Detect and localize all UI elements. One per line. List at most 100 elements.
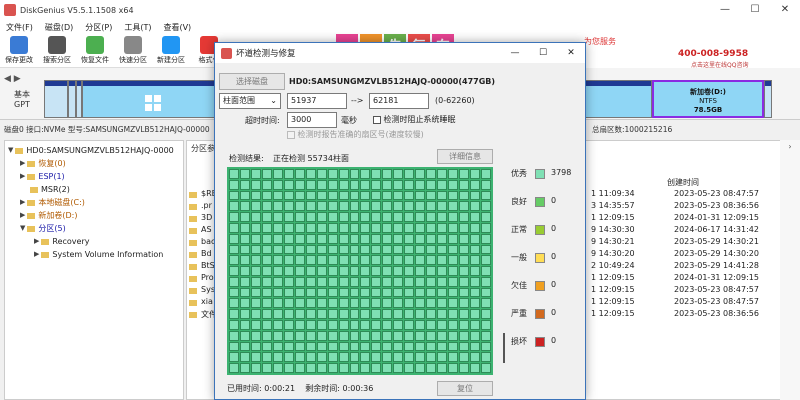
sector-cell bbox=[272, 276, 283, 287]
banner-online-link[interactable]: 点击这里在线QQ咨询 bbox=[691, 60, 748, 68]
reset-button[interactable]: 复位 bbox=[437, 381, 493, 396]
tree-node-recovery-partition[interactable]: ▶ 恢复(0) bbox=[8, 157, 180, 170]
timeout-input[interactable]: 3000 bbox=[287, 112, 337, 128]
folder-icon bbox=[189, 240, 197, 246]
legend-item: 正常 0 bbox=[511, 224, 557, 235]
menu-file[interactable]: 文件(F) bbox=[6, 22, 33, 33]
menu-partition[interactable]: 分区(P) bbox=[85, 22, 112, 33]
sector-cell bbox=[239, 352, 250, 363]
file-list-scrollbar[interactable]: › bbox=[780, 140, 800, 400]
dialog-minimize-button[interactable]: — bbox=[501, 43, 529, 63]
range-mode-select[interactable]: 柱面范围 ⌄ bbox=[219, 93, 281, 109]
sector-cell bbox=[360, 341, 371, 352]
sector-cell bbox=[371, 179, 382, 190]
file-created: 2023-05-23 08:36:56 bbox=[674, 201, 759, 210]
col-header-created[interactable]: 创建时间 bbox=[667, 177, 699, 188]
sector-cell bbox=[327, 276, 338, 287]
details-button[interactable]: 详细信息 bbox=[437, 149, 493, 164]
sector-cell bbox=[393, 179, 404, 190]
file-name: Pro bbox=[201, 273, 214, 282]
sector-cell bbox=[305, 309, 316, 320]
disk-nav-arrows[interactable]: ◀ ▶ bbox=[4, 74, 21, 84]
sector-cell bbox=[305, 255, 316, 266]
sector-cell bbox=[250, 222, 261, 233]
folder-icon bbox=[189, 276, 197, 282]
sector-cell bbox=[382, 276, 393, 287]
sector-cell bbox=[338, 320, 349, 330]
close-button[interactable]: ✕ bbox=[770, 0, 800, 20]
sector-cell bbox=[404, 298, 415, 309]
sector-cell bbox=[327, 363, 338, 373]
tree-node-partition5[interactable]: ▼ 分区(5) bbox=[8, 222, 180, 235]
legend-scrollbar[interactable] bbox=[503, 333, 505, 363]
sector-cell bbox=[415, 212, 426, 222]
sector-cell bbox=[404, 222, 415, 233]
dialog-maximize-button[interactable]: ☐ bbox=[529, 43, 557, 63]
maximize-button[interactable]: ☐ bbox=[740, 0, 770, 20]
sector-cell bbox=[448, 212, 459, 222]
sector-cell bbox=[459, 309, 470, 320]
sector-cell bbox=[437, 244, 448, 255]
sector-cell bbox=[481, 266, 491, 276]
tree-node-disk[interactable]: ▼ HD0:SAMSUNGMZVLB512HAJQ-0000 bbox=[8, 144, 180, 157]
partition-esp-block[interactable] bbox=[68, 80, 76, 118]
sector-cell bbox=[481, 255, 491, 266]
sector-cell bbox=[316, 287, 327, 298]
menu-tools[interactable]: 工具(T) bbox=[124, 22, 151, 33]
file-name: Sys bbox=[201, 285, 215, 294]
sector-cell bbox=[305, 320, 316, 330]
sector-cell bbox=[349, 276, 360, 287]
report-sector-checkbox[interactable]: 检测时报告准确的扇区号(速度较慢) bbox=[287, 129, 424, 140]
tree-node-svi-folder[interactable]: ▶ System Volume Information bbox=[8, 248, 180, 261]
search-partition-button[interactable]: 搜索分区 bbox=[38, 34, 76, 67]
sector-cell bbox=[283, 179, 294, 190]
new-partition-button[interactable]: 新建分区 bbox=[152, 34, 190, 67]
sector-cell bbox=[481, 330, 491, 341]
folder-icon bbox=[189, 216, 197, 222]
sector-cell bbox=[327, 190, 338, 201]
sector-cell bbox=[261, 266, 272, 276]
sector-cell bbox=[415, 169, 426, 179]
dialog-close-button[interactable]: ✕ bbox=[557, 43, 585, 63]
select-disk-button[interactable]: 选择磁盘 bbox=[219, 73, 285, 90]
sector-cell bbox=[459, 179, 470, 190]
tree-node-esp[interactable]: ▶ ESP(1) bbox=[8, 170, 180, 183]
partition-recovery-block[interactable] bbox=[44, 80, 68, 118]
sector-cell bbox=[470, 255, 481, 266]
tree-node-c[interactable]: ▶ 本地磁盘(C:) bbox=[8, 196, 180, 209]
sector-cell bbox=[250, 341, 261, 352]
sector-cell bbox=[305, 244, 316, 255]
legend-swatch bbox=[535, 281, 545, 291]
tree-node-msr[interactable]: MSR(2) bbox=[8, 183, 180, 196]
sector-cell bbox=[437, 341, 448, 352]
sector-cell bbox=[250, 169, 261, 179]
menu-disk[interactable]: 磁盘(D) bbox=[45, 22, 73, 33]
tree-node-d[interactable]: ▶ 新加卷(D:) bbox=[8, 209, 180, 222]
folder-icon bbox=[189, 288, 197, 294]
scroll-right-arrow-icon[interactable]: › bbox=[780, 140, 800, 154]
sector-cell bbox=[437, 179, 448, 190]
recover-files-button[interactable]: 恢复文件 bbox=[76, 34, 114, 67]
sector-cell bbox=[272, 190, 283, 201]
sector-cell bbox=[250, 255, 261, 266]
sector-cell bbox=[316, 330, 327, 341]
sector-cell bbox=[272, 341, 283, 352]
sector-cell bbox=[448, 298, 459, 309]
partition-icon bbox=[30, 186, 38, 193]
partition-5-block[interactable] bbox=[764, 80, 772, 118]
sector-cell bbox=[239, 266, 250, 276]
partition-d-block[interactable]: 新加卷(D:) NTFS 78.5GB bbox=[652, 80, 764, 118]
prevent-sleep-checkbox[interactable]: 检测时阻止系统睡眠 bbox=[373, 114, 456, 125]
tree-node-recovery-folder[interactable]: ▶ Recovery bbox=[8, 235, 180, 248]
minimize-button[interactable]: — bbox=[710, 0, 740, 20]
sector-cell bbox=[459, 287, 470, 298]
sector-cell bbox=[415, 244, 426, 255]
quick-partition-button[interactable]: 快速分区 bbox=[114, 34, 152, 67]
sector-cell bbox=[371, 233, 382, 244]
save-changes-button[interactable]: 保存更改 bbox=[0, 34, 38, 67]
menu-view[interactable]: 查看(V) bbox=[163, 22, 191, 33]
legend-item: 良好 0 bbox=[511, 196, 557, 207]
cylinder-end-input[interactable]: 62181 bbox=[369, 93, 429, 109]
cylinder-start-input[interactable]: 51937 bbox=[287, 93, 347, 109]
sector-cell bbox=[404, 233, 415, 244]
